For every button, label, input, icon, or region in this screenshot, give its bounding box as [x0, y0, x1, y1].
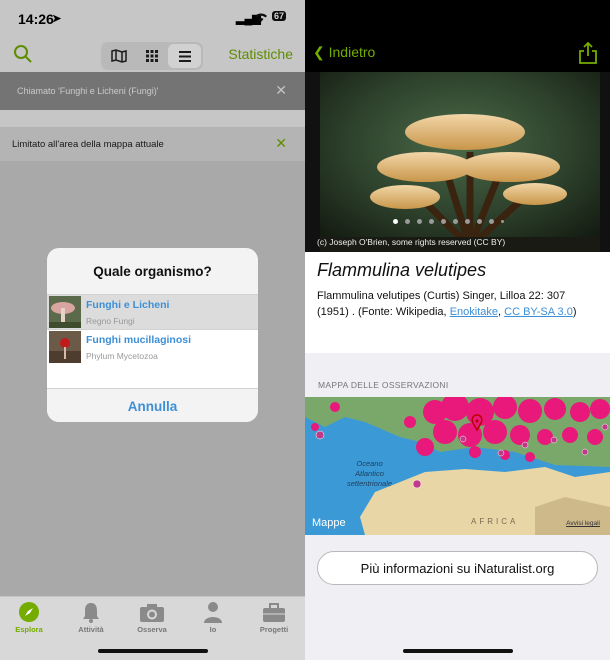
option-name: Funghi mucillaginosi [86, 334, 191, 346]
tab-observe[interactable]: Osserva [127, 601, 177, 634]
dialog-spacer [47, 364, 258, 388]
scientific-name: Flammulina velutipes [317, 260, 487, 280]
back-label: Indietro [328, 44, 376, 60]
page-dot [477, 219, 482, 224]
photo-page-indicator[interactable] [393, 219, 504, 224]
camera-icon [127, 601, 177, 623]
photo-credit: (c) Joseph O'Brien, some rights reserved… [317, 237, 506, 247]
tab-bar: Esplora Attività Osserva Io Progetti [0, 596, 305, 660]
share-icon[interactable] [579, 41, 597, 69]
compass-icon [4, 601, 54, 623]
organism-picker-dialog: Quale organismo? Funghi e Licheni Regno … [47, 248, 258, 422]
taxon-description: Flammulina velutipes (Curtis) Singer, Li… [317, 289, 598, 320]
maps-brand-text: Mappe [312, 517, 346, 529]
page-dot [453, 219, 458, 224]
page-dot [489, 219, 494, 224]
tab-explore[interactable]: Esplora [4, 601, 54, 634]
page-dot [405, 219, 410, 224]
map-section-header: MAPPA DELLE OSSERVAZIONI [318, 380, 449, 390]
back-button[interactable]: ❮ Indietro [313, 44, 375, 61]
maps-brand: Mappe [312, 517, 346, 529]
briefcase-icon [249, 601, 299, 623]
tab-label: Attività [78, 625, 104, 634]
separator: , [498, 305, 502, 318]
tab-me[interactable]: Io [188, 601, 238, 634]
chevron-left-icon: ❮ [313, 44, 325, 60]
page-dot [429, 219, 434, 224]
navbar: ❮ Indietro [305, 0, 610, 72]
page-dot [417, 219, 422, 224]
africa-label: AFRICA [471, 517, 519, 526]
ocean-label: Oceano Atlantico settentrionale [347, 459, 392, 489]
organism-option[interactable]: Funghi mucillaginosi Phylum Mycetozoa [47, 329, 258, 364]
page-dot [441, 219, 446, 224]
tab-activity[interactable]: Attività [66, 601, 116, 634]
legal-link[interactable]: Avvisi legali [566, 520, 600, 527]
ocean-label-line: Atlantico [355, 469, 384, 478]
mushroom-thumbnail [49, 296, 81, 328]
bell-icon [66, 601, 116, 623]
left-screen: 14:26 ➤ ▂▄▆ 67 Statistiche Chiamato 'Fun… [0, 0, 305, 660]
tab-label: Progetti [259, 625, 289, 634]
tab-label: Io [209, 625, 217, 634]
tab-projects[interactable]: Progetti [249, 601, 299, 634]
tab-label: Esplora [15, 625, 43, 634]
option-rank: Regno Fungi [86, 316, 135, 326]
page-dot [501, 220, 504, 223]
observations-map[interactable]: Oceano Atlantico settentrionale AFRICA M… [305, 397, 610, 535]
license-link[interactable]: CC BY-SA 3.0 [504, 306, 573, 318]
option-rank: Phylum Mycetozoa [86, 351, 158, 361]
person-icon [188, 601, 238, 623]
tab-label: Osserva [137, 625, 167, 634]
page-dot [465, 219, 470, 224]
right-screen: ❮ Indietro (c) Joseph O'Brien, some righ… [305, 0, 610, 660]
ocean-label-line: Oceano [356, 459, 383, 468]
organism-option[interactable]: Funghi e Licheni Regno Fungi [47, 294, 258, 329]
slime-mold-thumbnail [49, 331, 81, 363]
dialog-title: Quale organismo? [93, 264, 212, 279]
photo-left-edge [305, 72, 320, 252]
description-end: ) [572, 305, 577, 318]
ocean-label-line: settentrionale [347, 479, 393, 488]
wikipedia-link[interactable]: Enokitake [450, 306, 498, 318]
taxon-info: Flammulina velutipes Flammulina velutipe… [305, 252, 610, 353]
page-dot [393, 219, 398, 224]
home-indicator [98, 649, 208, 653]
more-info-button[interactable]: Più informazioni su iNaturalist.org [317, 551, 598, 585]
option-name: Funghi e Licheni [86, 299, 170, 311]
species-photo[interactable] [320, 72, 600, 252]
photo-right-edge [600, 72, 610, 252]
home-indicator [403, 649, 513, 653]
cancel-button[interactable]: Annulla [47, 388, 258, 422]
